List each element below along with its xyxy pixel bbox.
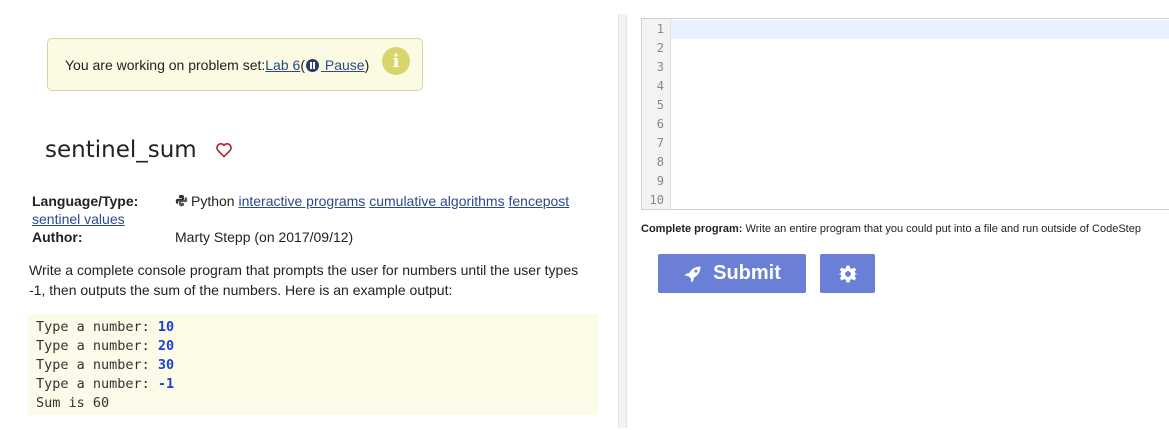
line-number: 4 bbox=[656, 79, 664, 93]
submit-button[interactable]: Submit bbox=[658, 254, 806, 293]
settings-button[interactable] bbox=[820, 254, 875, 293]
output-line: Type a number: -1 bbox=[36, 376, 175, 392]
problem-title-row: sentinel_sum bbox=[45, 137, 233, 163]
line-number: 10 bbox=[649, 193, 664, 207]
tag-link[interactable]: sentinel values bbox=[32, 211, 125, 227]
language-label: Language/Type: bbox=[32, 193, 139, 209]
complete-program-note: Complete program: Write an entire progra… bbox=[641, 223, 1169, 235]
problem-description: Write a complete console program that pr… bbox=[29, 262, 579, 298]
problem-set-banner: You are working on problem set: Lab 6 ( … bbox=[47, 38, 423, 91]
pane-splitter[interactable] bbox=[618, 14, 627, 428]
line-number: 5 bbox=[656, 98, 664, 112]
output-line: Type a number: 10 bbox=[36, 319, 175, 335]
banner-prefix: You are working on problem set: bbox=[65, 56, 266, 73]
problem-pane: You are working on problem set: Lab 6 ( … bbox=[0, 0, 617, 430]
problem-meta: Language/Type: Python interactive progra… bbox=[32, 193, 612, 249]
tags-continued-row: sentinel values bbox=[32, 211, 612, 229]
submit-label: Submit bbox=[713, 262, 781, 284]
line-number: 2 bbox=[656, 41, 664, 55]
code-editor[interactable]: 1 2 3 4 5 6 7 8 9 10 bbox=[641, 18, 1169, 210]
python-icon bbox=[175, 194, 188, 207]
rocket-icon bbox=[684, 266, 701, 282]
author-row: Author: Marty Stepp (on 2017/09/12) bbox=[32, 229, 612, 249]
pause-link[interactable]: Pause bbox=[305, 57, 365, 73]
example-output: Type a number: 10 Type a number: 20 Type… bbox=[28, 314, 598, 415]
heart-icon[interactable] bbox=[215, 142, 233, 158]
line-number: 9 bbox=[656, 174, 664, 188]
line-number: 8 bbox=[656, 155, 664, 169]
line-number: 3 bbox=[656, 60, 664, 74]
pause-icon bbox=[305, 58, 319, 72]
language-row: Language/Type: Python interactive progra… bbox=[32, 193, 612, 213]
tag-link[interactable]: interactive programs bbox=[238, 193, 365, 209]
line-number: 6 bbox=[656, 117, 664, 131]
complete-program-text: Write an entire program that you could p… bbox=[742, 223, 1141, 235]
output-line: Sum is 60 bbox=[36, 395, 110, 411]
tag-link[interactable]: cumulative algorithms bbox=[369, 193, 504, 209]
line-number-gutter: 1 2 3 4 5 6 7 8 9 10 bbox=[642, 19, 671, 209]
line-number: 1 bbox=[656, 22, 664, 36]
author-label: Author: bbox=[32, 229, 83, 245]
line-number: 7 bbox=[656, 136, 664, 150]
problem-title: sentinel_sum bbox=[45, 137, 197, 163]
language-name: Python bbox=[191, 193, 235, 209]
active-line-highlight bbox=[671, 20, 1169, 39]
complete-program-label: Complete program: bbox=[641, 223, 743, 235]
gear-icon bbox=[837, 265, 858, 282]
language-value: Python interactive programs cumulative a… bbox=[175, 193, 569, 209]
banner-close-paren: ) bbox=[364, 56, 370, 73]
pause-label: Pause bbox=[320, 56, 365, 73]
info-icon[interactable]: i bbox=[382, 47, 410, 75]
output-line: Type a number: 30 bbox=[36, 357, 175, 373]
tag-link[interactable]: fencepost bbox=[508, 193, 569, 209]
author-value: Marty Stepp (on 2017/09/12) bbox=[175, 229, 354, 245]
output-line: Type a number: 20 bbox=[36, 338, 175, 354]
problem-set-link[interactable]: Lab 6 bbox=[265, 57, 300, 73]
